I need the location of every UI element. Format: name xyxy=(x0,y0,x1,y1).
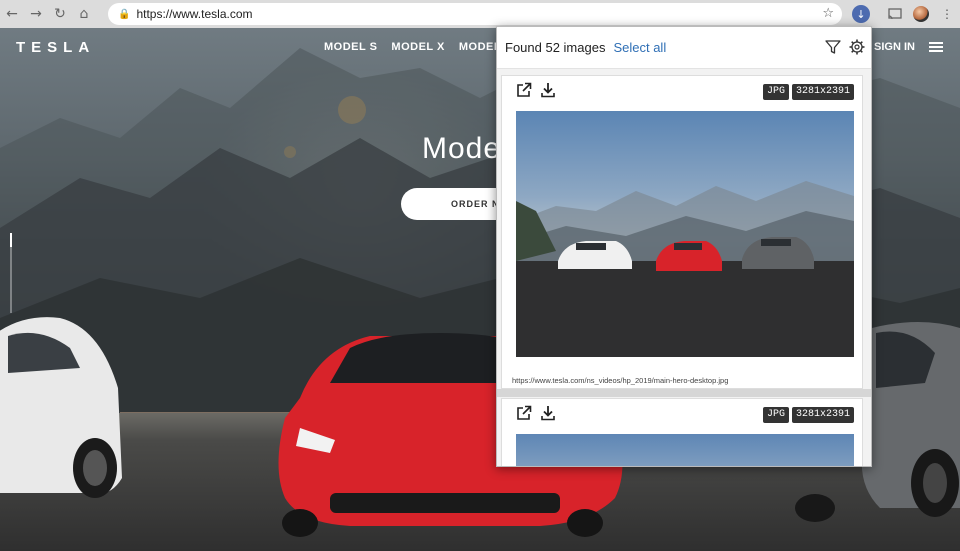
back-icon[interactable]: ← xyxy=(0,0,24,28)
browser-toolbar: ← → ↻ ⌂ 🔒 https://www.tesla.com ☆ ↓ ⋮ xyxy=(0,0,960,28)
hero-title: Mode xyxy=(422,132,502,165)
tesla-logo[interactable]: TESLA xyxy=(16,39,95,56)
open-in-new-tab-icon[interactable] xyxy=(516,405,532,426)
image-thumbnail[interactable] xyxy=(516,434,854,466)
site-nav: MODEL S MODEL X MODEL xyxy=(324,41,501,53)
image-card-toolbar: JPG 3281x2391 xyxy=(502,76,862,108)
hamburger-menu-icon[interactable] xyxy=(928,42,943,52)
open-in-new-tab-icon[interactable] xyxy=(516,82,532,103)
format-badge: JPG xyxy=(762,407,789,423)
forward-icon[interactable]: → xyxy=(24,0,48,28)
slide-indicator[interactable] xyxy=(10,233,12,313)
image-card-toolbar: JPG 3281x2391 xyxy=(502,399,862,431)
download-icon[interactable] xyxy=(540,405,556,426)
reload-icon[interactable]: ↻ xyxy=(48,0,72,28)
profile-avatar[interactable] xyxy=(908,0,934,28)
download-icon[interactable] xyxy=(540,82,556,103)
image-downloader-popup: Found 52 images Select all JPG 3281x2391… xyxy=(496,26,872,467)
sign-in-link[interactable]: SIGN IN xyxy=(874,41,915,53)
select-all-link[interactable]: Select all xyxy=(613,40,666,55)
found-count: Found 52 images xyxy=(505,40,606,55)
site-account-area: SIGN IN xyxy=(874,41,943,53)
image-card[interactable]: JPG 3281x2391 https://www.tesla.com/ns_v… xyxy=(501,75,863,389)
settings-icon[interactable] xyxy=(849,39,865,60)
nav-model-s[interactable]: MODEL S xyxy=(324,41,377,53)
nav-model-3[interactable]: MODEL xyxy=(459,41,501,53)
image-card[interactable]: JPG 3281x2391 xyxy=(501,398,863,466)
cast-icon[interactable] xyxy=(882,0,908,28)
bookmark-star-icon[interactable]: ☆ xyxy=(822,6,834,21)
format-badge: JPG xyxy=(762,84,789,100)
dimensions-badge: 3281x2391 xyxy=(791,84,854,100)
address-bar[interactable]: 🔒 https://www.tesla.com ☆ xyxy=(108,3,842,25)
nav-model-x[interactable]: MODEL X xyxy=(391,41,444,53)
dimensions-badge: 3281x2391 xyxy=(791,407,854,423)
image-thumbnail[interactable] xyxy=(516,111,854,357)
white-car xyxy=(0,317,122,498)
address-bar-url[interactable]: https://www.tesla.com xyxy=(136,7,252,21)
image-downloader-extension-icon[interactable]: ↓ xyxy=(848,0,874,28)
filter-icon[interactable] xyxy=(825,39,841,60)
popup-header: Found 52 images Select all xyxy=(497,27,871,69)
lock-icon: 🔒 xyxy=(118,8,131,20)
more-menu-icon[interactable]: ⋮ xyxy=(934,0,960,28)
extensions-area: ↓ ⋮ xyxy=(848,0,960,28)
image-url[interactable]: https://www.tesla.com/ns_videos/hp_2019/… xyxy=(512,376,728,385)
home-icon[interactable]: ⌂ xyxy=(72,0,96,28)
